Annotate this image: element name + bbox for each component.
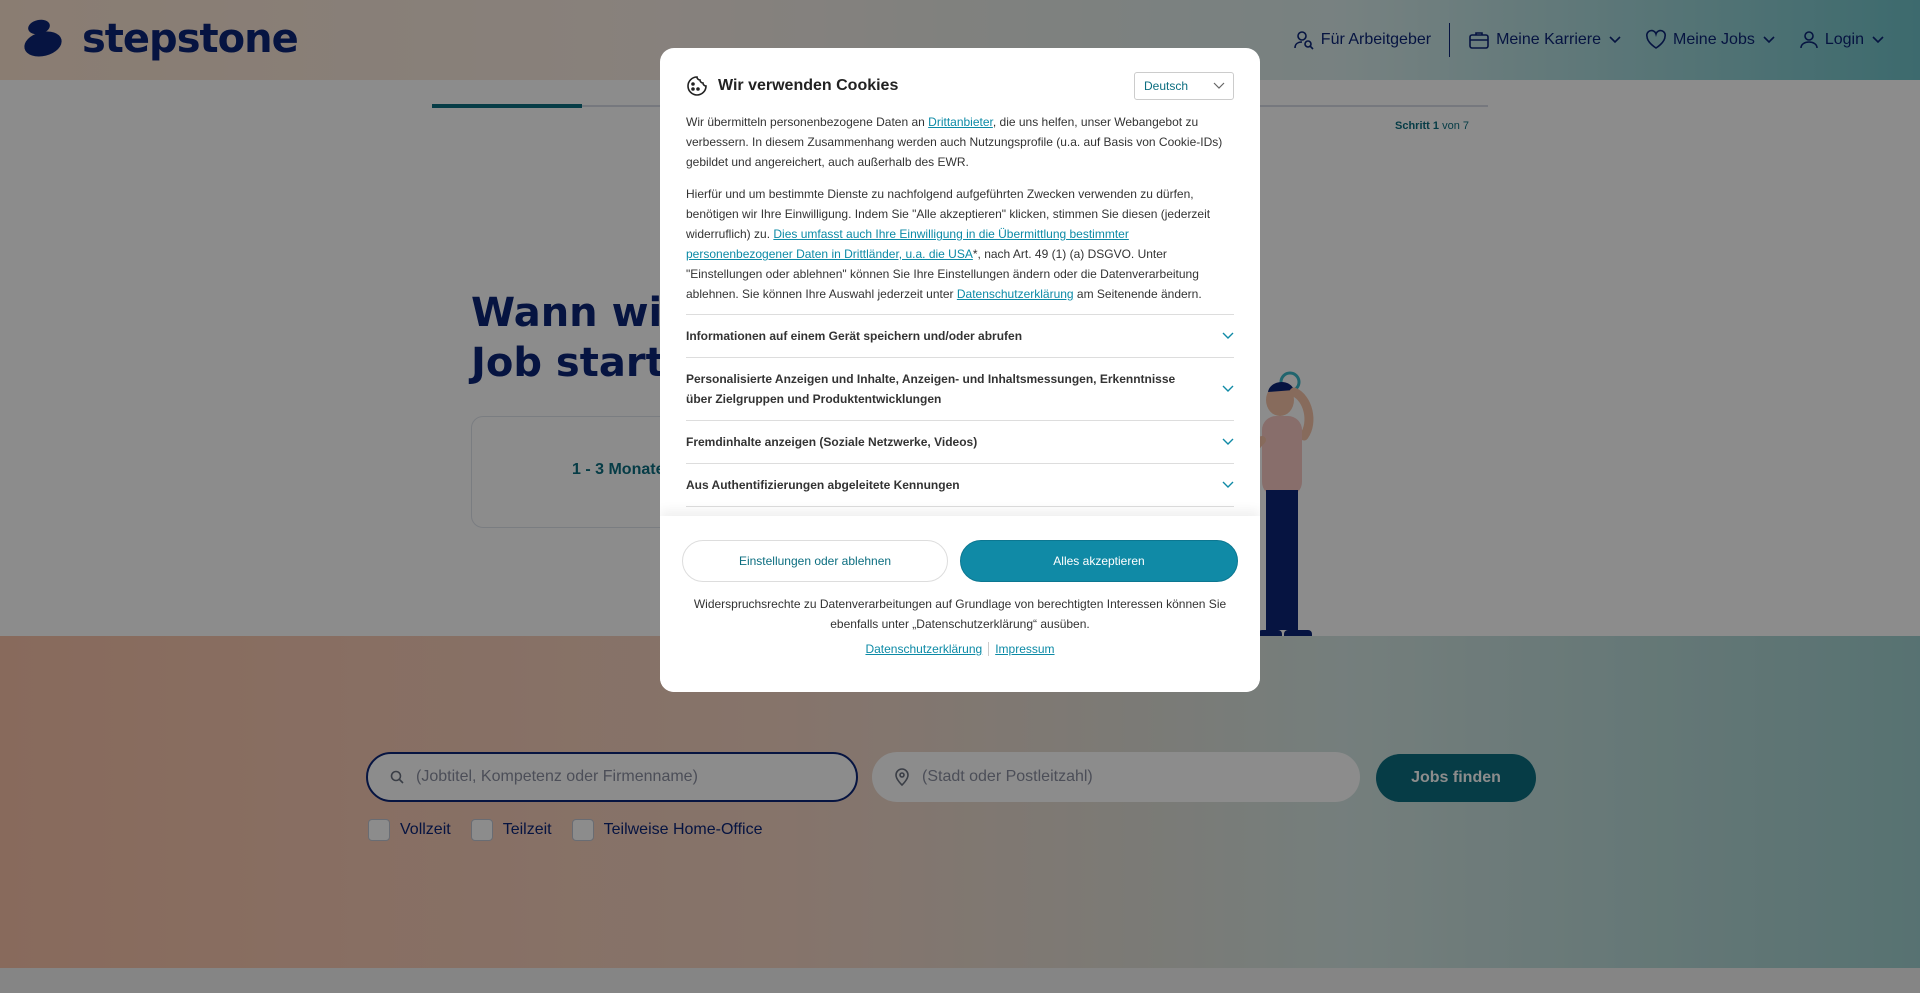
cookie-dialog-title: Wir verwenden Cookies — [718, 77, 899, 94]
language-select[interactable]: Deutsch — [1134, 72, 1234, 100]
cookie-consent-dialog: Wir verwenden Cookies Deutsch Wir übermi… — [660, 48, 1260, 692]
accept-all-button[interactable]: Alles akzeptieren — [960, 540, 1238, 582]
cookie-footer-links: Datenschutzerklärung Impressum — [660, 642, 1260, 656]
chevron-down-icon — [1222, 385, 1234, 392]
chevron-down-icon — [1222, 438, 1234, 445]
purpose-item[interactable]: Informationen auf einem Gerät speichern … — [686, 315, 1234, 358]
privacy-policy-inline-link[interactable]: Datenschutzerklärung — [957, 287, 1074, 301]
cookie-consent-body[interactable]: Wir verwenden Cookies Deutsch Wir übermi… — [660, 48, 1260, 516]
cookie-dialog-header: Wir verwenden Cookies Deutsch — [686, 72, 1234, 100]
purpose-accordion: Informationen auf einem Gerät speichern … — [686, 314, 1234, 507]
purpose-item[interactable]: Personalisierte Anzeigen und Inhalte, An… — [686, 358, 1234, 421]
third-party-link[interactable]: Drittanbieter — [928, 115, 993, 129]
language-value: Deutsch — [1144, 79, 1189, 93]
chevron-down-icon — [1222, 481, 1234, 488]
imprint-link[interactable]: Impressum — [989, 642, 1060, 656]
chevron-down-icon — [1213, 82, 1225, 89]
cookie-dialog-footer: Einstellungen oder ablehnen Alles akzept… — [660, 516, 1260, 692]
cookie-intro-paragraph: Wir übermitteln personenbezogene Daten a… — [686, 115, 1223, 169]
chevron-down-icon — [1222, 332, 1234, 339]
purpose-item[interactable]: Aus Authentifizierungen abgeleitete Kenn… — [686, 464, 1234, 507]
objection-rights-note: Widerspruchsrechte zu Datenverarbeitunge… — [693, 597, 1227, 631]
purpose-item[interactable]: Fremdinhalte anzeigen (Soziale Netzwerke… — [686, 421, 1234, 464]
privacy-policy-link[interactable]: Datenschutzerklärung — [859, 642, 988, 656]
cookie-consent-paragraph: Hierfür und um bestimmte Dienste zu nach… — [686, 187, 1211, 301]
cookie-icon — [687, 76, 707, 96]
settings-or-reject-button[interactable]: Einstellungen oder ablehnen — [682, 540, 948, 582]
